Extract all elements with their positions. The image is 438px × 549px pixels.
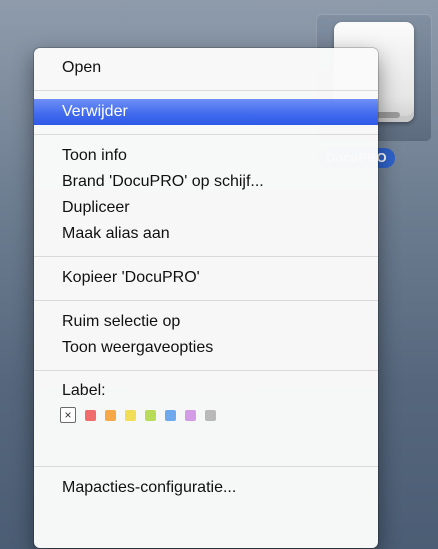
menu-spacer — [34, 427, 378, 457]
menu-item-brand-op-schijf[interactable]: Brand 'DocuPRO' op schijf... — [34, 169, 378, 195]
menu-item-dupliceer[interactable]: Dupliceer — [34, 195, 378, 221]
menu-separator — [34, 134, 378, 135]
menu-item-open[interactable]: Open — [34, 55, 378, 81]
context-menu: Open Verwijder Toon info Brand 'DocuPRO'… — [34, 48, 378, 548]
menu-item-kopieer[interactable]: Kopieer 'DocuPRO' — [34, 265, 378, 291]
menu-separator — [34, 370, 378, 371]
menu-item-ruim-selectie-op[interactable]: Ruim selectie op — [34, 309, 378, 335]
menu-separator — [34, 466, 378, 467]
label-swatch-gray[interactable] — [205, 409, 216, 421]
label-none-x-icon[interactable]: × — [60, 407, 76, 423]
menu-separator — [34, 256, 378, 257]
label-swatch-purple[interactable] — [185, 409, 196, 421]
label-color-swatches: × — [34, 403, 378, 427]
label-swatch-yellow[interactable] — [125, 409, 136, 421]
label-swatch-orange[interactable] — [105, 409, 116, 421]
label-swatch-blue[interactable] — [165, 409, 176, 421]
label-swatch-red[interactable] — [85, 409, 96, 421]
menu-item-verwijder[interactable]: Verwijder — [34, 99, 378, 125]
label-swatch-green[interactable] — [145, 409, 156, 421]
menu-separator — [34, 300, 378, 301]
menu-separator — [34, 90, 378, 91]
menu-item-toon-info[interactable]: Toon info — [34, 143, 378, 169]
label-section-heading: Label: — [62, 382, 106, 399]
menu-item-maak-alias[interactable]: Maak alias aan — [34, 221, 378, 247]
menu-item-toon-weergaveopties[interactable]: Toon weergaveopties — [34, 335, 378, 361]
menu-item-mapacties-configuratie[interactable]: Mapacties-configuratie... — [34, 475, 378, 501]
